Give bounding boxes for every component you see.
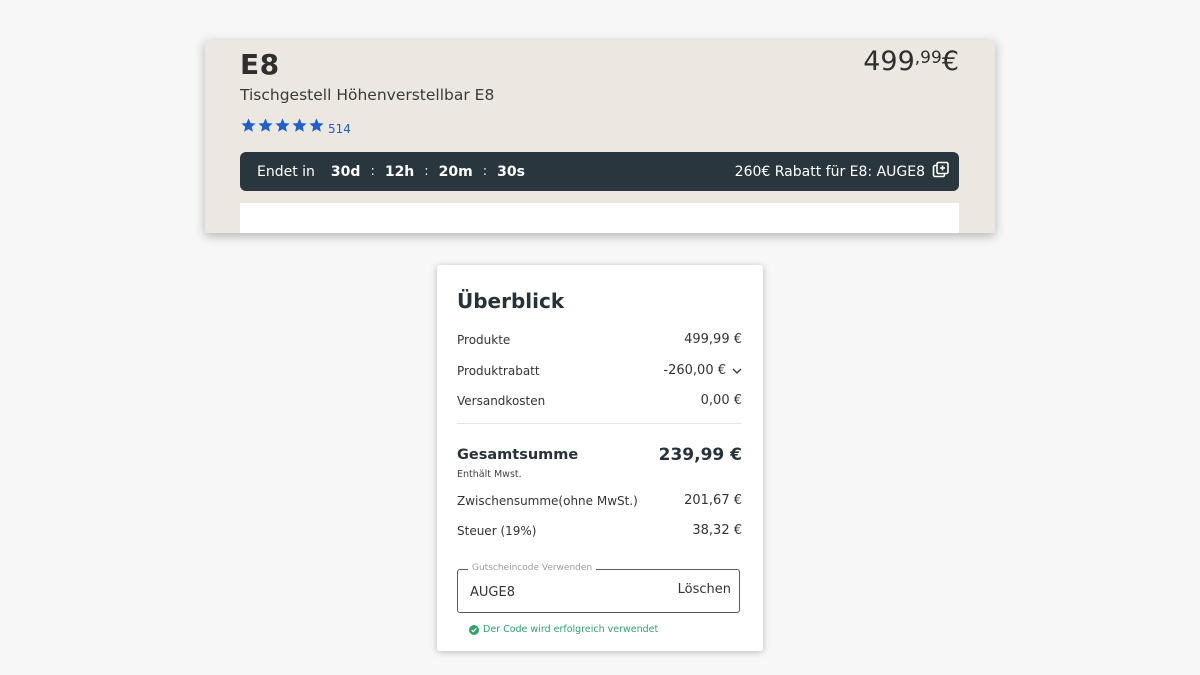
overview-title: Überblick	[457, 289, 565, 313]
star-icon	[275, 118, 290, 132]
ends-label: Endet in	[257, 163, 315, 180]
product-card: E8 499,99 € Tischgestell Höhenverstellbar…	[205, 40, 995, 233]
discount-value: -260,00 €	[663, 363, 742, 378]
divider	[457, 423, 742, 424]
star-icon	[292, 118, 307, 132]
product-content-area	[240, 203, 959, 233]
rating[interactable]: 514	[240, 117, 351, 138]
product-subtitle: Tischgestell Höhenverstellbar E8	[240, 86, 495, 104]
voucher-legend: Gutscheincode Verwenden	[468, 563, 597, 573]
row-value: 0,00 €	[700, 393, 742, 408]
success-text: Der Code wird erfolgreich verwendet	[483, 624, 659, 635]
timer-separator: :	[424, 164, 429, 179]
total-row: Gesamtsumme 239,99 €	[457, 445, 742, 465]
row-label: Produktrabatt	[457, 363, 540, 378]
total-label: Gesamtsumme	[457, 447, 579, 463]
row-label: Produkte	[457, 332, 511, 347]
vat-note: Enthält Mwst.	[457, 469, 522, 480]
subtotal-value: 201,67 €	[684, 493, 742, 508]
total-value: 239,99 €	[658, 445, 742, 465]
shipping-row: Versandkosten 0,00 €	[457, 393, 742, 408]
timer-hours: 12h	[384, 163, 415, 180]
copy-icon[interactable]	[932, 161, 950, 179]
voucher-field[interactable]: Gutscheincode Verwenden Löschen	[457, 563, 740, 613]
row-value: -260,00 €	[663, 363, 726, 378]
delete-voucher-button[interactable]: Löschen	[678, 582, 731, 597]
overview-card: Überblick Produkte 499,99 € Produktrabat…	[437, 265, 763, 651]
timer-minutes: 20m	[438, 163, 473, 180]
chevron-down-icon[interactable]	[732, 366, 742, 376]
product-price: 499,99 €	[863, 46, 959, 77]
star-icon	[241, 118, 256, 132]
rating-count[interactable]: 514	[328, 122, 351, 136]
product-model: E8	[240, 48, 280, 81]
row-label: Versandkosten	[457, 393, 546, 408]
products-row: Produkte 499,99 €	[457, 332, 742, 347]
price-main: 499	[863, 46, 915, 77]
tax-label: Steuer (19%)	[457, 523, 537, 538]
promo-discount-text: 260€ Rabatt für E8: AUGE8	[734, 163, 925, 180]
star-icon	[309, 118, 324, 132]
price-currency: €	[941, 46, 959, 77]
rating-stars	[240, 117, 325, 138]
tax-value: 38,32 €	[692, 523, 742, 538]
discount-row[interactable]: Produktrabatt -260,00 €	[457, 363, 742, 378]
voucher-input[interactable]	[470, 582, 650, 602]
subtotal-label: Zwischensumme(ohne MwSt.)	[457, 493, 638, 508]
row-value: 499,99 €	[684, 332, 742, 347]
promo-bar: Endet in 30d : 12h : 20m : 30s 260€ Raba…	[240, 152, 959, 191]
star-icon	[258, 118, 273, 132]
timer-seconds: 30s	[497, 163, 525, 180]
timer-separator: :	[482, 164, 488, 179]
timer-days: 30d	[330, 163, 361, 180]
price-cents: ,99	[914, 48, 942, 68]
tax-row: Steuer (19%) 38,32 €	[457, 523, 742, 538]
subtotal-row: Zwischensumme(ohne MwSt.) 201,67 €	[457, 493, 742, 508]
timer-separator: :	[370, 164, 375, 179]
success-message: Der Code wird erfolgreich verwendet	[469, 624, 658, 635]
check-circle-icon	[469, 624, 479, 635]
